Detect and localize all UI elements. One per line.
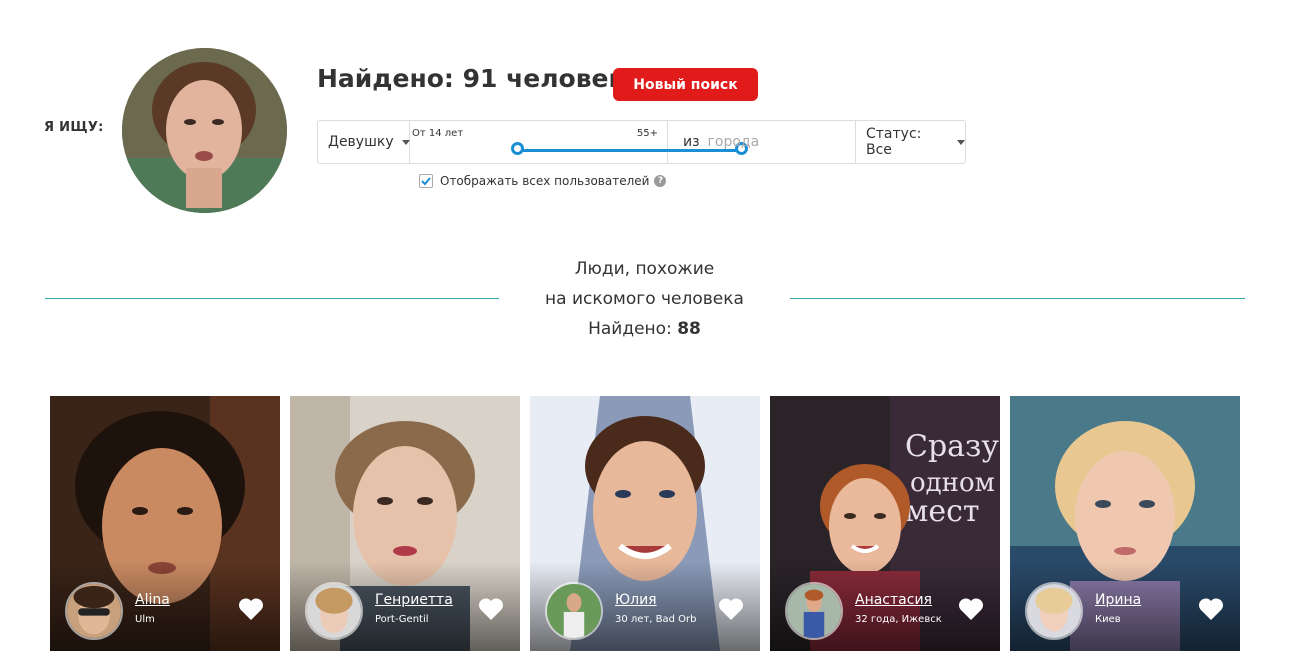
profile-name-link[interactable]: Юлия — [615, 592, 657, 608]
profile-card[interactable]: Юлия 30 лет, Bad Orb — [530, 396, 760, 651]
similar-found-count: 88 — [677, 319, 701, 339]
divider-right — [790, 298, 1245, 299]
profile-location: Ulm — [135, 614, 155, 625]
profile-name-link[interactable]: Ирина — [1095, 592, 1141, 608]
similar-found: Найдено: 88 — [499, 314, 790, 344]
show-all-users-option: Отображать всех пользователей ? — [419, 174, 667, 188]
avatar — [65, 582, 123, 640]
similar-line-1: Люди, похожие — [574, 259, 715, 279]
avatar — [545, 582, 603, 640]
profile-card[interactable]: Ирина Киев — [1010, 396, 1240, 651]
heart-icon[interactable] — [1198, 597, 1224, 621]
profile-card[interactable]: Генриетта Port-Gentil — [290, 396, 520, 651]
status-value: Статус: Все — [866, 126, 922, 158]
age-max-label: 55+ — [636, 128, 658, 139]
profile-name-link[interactable]: Анастасия — [855, 592, 932, 608]
profile-location: Киев — [1095, 614, 1121, 625]
profile-card[interactable]: Сразу одном мест Анастасия 32 года, Ижев… — [770, 396, 1000, 651]
svg-text:Сразу: Сразу — [905, 429, 999, 464]
gender-select[interactable]: Девушку — [318, 121, 410, 163]
search-label: Я ИЩУ: — [44, 120, 104, 135]
new-search-button[interactable]: Новый поиск — [613, 68, 758, 101]
city-input[interactable] — [707, 134, 838, 150]
avatar — [1025, 582, 1083, 640]
question-icon[interactable]: ? — [654, 175, 667, 187]
divider-left — [45, 298, 499, 299]
heart-icon[interactable] — [958, 597, 984, 621]
show-all-checkbox[interactable] — [419, 174, 433, 188]
chevron-down-icon — [401, 139, 410, 145]
heart-icon[interactable] — [718, 597, 744, 621]
similar-found-prefix: Найдено: — [588, 319, 672, 339]
heart-icon[interactable] — [478, 597, 504, 621]
svg-text:мест: мест — [905, 494, 980, 529]
profile-location: Port-Gentil — [375, 614, 429, 625]
results-title: Найдено: 91 человек — [317, 64, 626, 93]
search-filter-bar: Девушку От 14 лет 55+ из Статус: Все — [317, 120, 966, 164]
profile-name-link[interactable]: Генриетта — [375, 592, 453, 608]
similar-people-heading: Люди, похожие на искомого человека Найде… — [499, 254, 790, 344]
profile-location: 32 года, Ижевск — [855, 614, 942, 625]
city-field: из — [668, 121, 856, 163]
city-prefix: из — [683, 134, 700, 150]
avatar — [785, 582, 843, 640]
status-select[interactable]: Статус: Все — [856, 121, 965, 163]
checkmark-icon — [421, 177, 431, 186]
age-min-label: От 14 лет — [412, 128, 464, 139]
age-min-handle[interactable] — [511, 142, 524, 155]
avatar — [305, 582, 363, 640]
similar-line-2: на искомого человека — [545, 289, 744, 309]
chevron-down-icon — [957, 139, 965, 145]
profile-location: 30 лет, Bad Orb — [615, 614, 697, 625]
profile-name-link[interactable]: Alina — [135, 592, 170, 608]
gender-value: Девушку — [328, 134, 394, 150]
target-photo — [122, 48, 287, 213]
age-range-slider[interactable]: От 14 лет 55+ — [410, 121, 748, 163]
profile-card[interactable]: Alina Ulm — [50, 396, 280, 651]
heart-icon[interactable] — [238, 597, 264, 621]
show-all-label: Отображать всех пользователей — [440, 174, 650, 188]
